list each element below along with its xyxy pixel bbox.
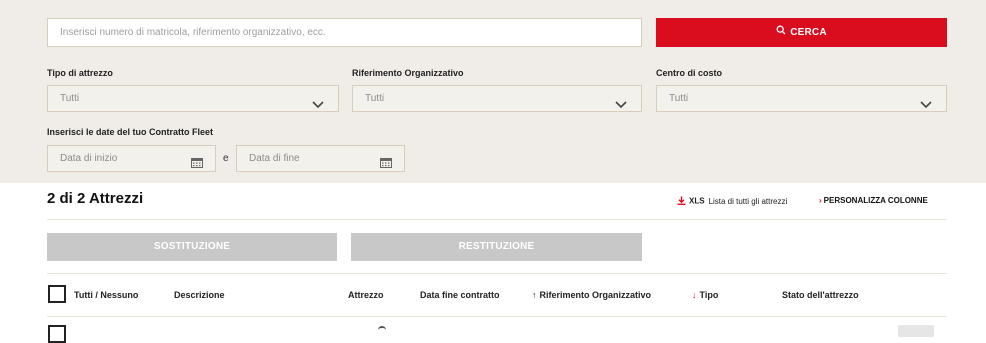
replace-button[interactable]: SOSTITUZIONE [47, 233, 337, 261]
return-button[interactable]: RESTITUZIONE [351, 233, 642, 261]
header-description[interactable]: Descrizione [174, 290, 225, 300]
cost-center-value: Tutti [669, 93, 689, 104]
xls-export-link[interactable]: XLS Lista di tutti gli attrezzi [677, 196, 787, 207]
tool-type-select[interactable]: Tutti [47, 85, 339, 112]
header-type[interactable]: ↓ Tipo [692, 290, 718, 300]
header-type-label: Tipo [699, 290, 719, 300]
customize-columns-link[interactable]: › PERSONALIZZA COLONNE [819, 196, 928, 205]
chevron-down-icon [312, 94, 324, 119]
start-date-input[interactable]: Data di inizio [47, 145, 216, 172]
header-contract-end[interactable]: Data fine contratto [420, 290, 500, 300]
divider [47, 273, 947, 274]
search-button[interactable]: CERCA [656, 18, 947, 47]
header-select-all[interactable]: Tutti / Nessuno [74, 290, 138, 300]
chevron-right-icon: › [819, 196, 822, 205]
select-all-checkbox[interactable] [48, 285, 66, 303]
customize-columns-label: PERSONALIZZA COLONNE [823, 196, 928, 205]
xls-sublabel: Lista di tutti gli attrezzi [708, 196, 788, 206]
chevron-down-icon [615, 94, 627, 119]
divider [47, 219, 947, 220]
header-tool[interactable]: Attrezzo [348, 290, 384, 300]
contract-dates-label: Inserisci le date del tuo Contratto Flee… [47, 127, 214, 137]
download-icon [677, 196, 686, 207]
row-status-badge [898, 325, 934, 337]
cost-center-select[interactable]: Tutti [656, 85, 947, 112]
org-reference-value: Tutti [365, 93, 385, 104]
calendar-icon[interactable] [380, 153, 392, 178]
end-date-placeholder: Data di fine [249, 153, 300, 164]
header-status[interactable]: Stato dell'attrezzo [782, 290, 859, 300]
header-org-ref[interactable]: ↑ Riferimento Organizzativo [532, 290, 651, 300]
header-org-ref-label: Riferimento Organizzativo [539, 290, 652, 300]
end-date-input[interactable]: Data di fine [236, 145, 405, 172]
search-button-label: CERCA [790, 27, 827, 39]
xls-label: XLS [689, 196, 705, 206]
arrow-up-icon: ↑ [532, 290, 537, 300]
date-separator: e [223, 153, 229, 164]
divider [47, 316, 947, 317]
search-input[interactable] [47, 18, 642, 47]
start-date-placeholder: Data di inizio [60, 153, 118, 164]
tool-type-label: Tipo di attrezzo [47, 68, 113, 78]
arrow-down-icon: ↓ [692, 290, 697, 300]
org-reference-label: Riferimento Organizzativo [352, 68, 464, 78]
results-title: 2 di 2 Attrezzi [47, 190, 144, 207]
chevron-down-icon [920, 94, 932, 119]
tool-type-value: Tutti [60, 93, 80, 104]
org-reference-select[interactable]: Tutti [352, 85, 642, 112]
row-checkbox[interactable] [48, 325, 66, 343]
tool-image [378, 326, 386, 330]
cost-center-label: Centro di costo [656, 68, 723, 78]
search-icon [776, 18, 786, 47]
calendar-icon[interactable] [191, 153, 203, 178]
